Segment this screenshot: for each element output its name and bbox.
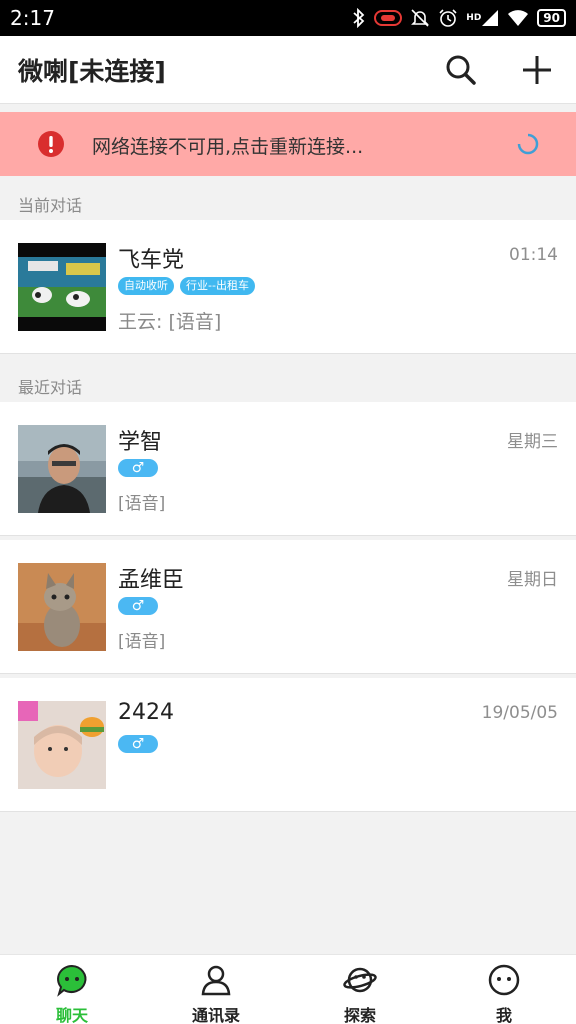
face-icon <box>488 964 520 996</box>
chat-icon <box>57 964 87 997</box>
chat-tags: 自动收听 行业--出租车 <box>118 277 255 295</box>
tab-label: 探索 <box>343 1006 376 1024</box>
chat-item-3[interactable]: 2424 19/05/05 ♂ <box>0 678 576 812</box>
search-button[interactable] <box>444 53 478 87</box>
gender-male-badge: ♂ <box>118 735 158 753</box>
tag-industry: 行业--出租车 <box>180 277 255 295</box>
tab-label: 聊天 <box>55 1006 88 1024</box>
status-time: 2:17 <box>10 6 55 30</box>
chat-last-message: [语音] <box>118 632 166 652</box>
gender-male-badge: ♂ <box>118 597 158 615</box>
user-avatar <box>18 701 106 789</box>
chat-time: 01:14 <box>509 245 558 265</box>
chat-last-message: 王云: [语音] <box>118 311 222 333</box>
chat-time: 19/05/05 <box>481 703 558 723</box>
alarm-icon <box>438 8 458 28</box>
tab-explore[interactable]: 探索 <box>288 955 432 1024</box>
chat-tags: ♂ <box>118 735 158 753</box>
bottom-tab-bar: 聊天 通讯录 探索 我 <box>0 954 576 1024</box>
banner-text: 网络连接不可用,点击重新连接... <box>92 136 364 158</box>
chat-name: 2424 <box>118 700 174 725</box>
chat-item-1[interactable]: 学智 星期三 ♂ [语音] <box>0 402 576 536</box>
chat-time: 星期日 <box>507 570 558 590</box>
tag-auto-listen: 自动收听 <box>118 277 174 295</box>
chat-name: 飞车党 <box>118 248 185 273</box>
chat-tags: ♂ <box>118 459 158 477</box>
hd-label: HD <box>466 12 482 23</box>
notifications-off-icon <box>410 8 430 28</box>
status-icons: HD 90 <box>352 7 566 29</box>
gender-male-badge: ♂ <box>118 459 158 477</box>
user-avatar <box>18 425 106 513</box>
page-title: 微喇[未连接] <box>18 57 166 86</box>
chat-last-message: [语音] <box>118 494 166 514</box>
tab-label: 通讯录 <box>191 1006 240 1024</box>
chat-time: 星期三 <box>507 432 558 452</box>
planet-icon <box>343 967 377 993</box>
status-bar: 2:17 HD 90 <box>0 0 576 36</box>
warning-icon <box>38 131 64 157</box>
signal-icon: HD <box>466 9 499 27</box>
tab-chat[interactable]: 聊天 <box>0 955 144 1024</box>
add-icon <box>523 56 551 84</box>
battery-indicator: 90 <box>537 9 566 27</box>
bluetooth-icon <box>352 8 366 28</box>
chat-item-2[interactable]: 孟维臣 星期日 ♂ [语音] <box>0 540 576 674</box>
network-error-banner[interactable]: 网络连接不可用,点击重新连接... <box>0 112 576 176</box>
loading-spinner-icon <box>517 133 539 155</box>
app-bar: 微喇[未连接] <box>0 36 576 104</box>
tab-label: 我 <box>495 1006 512 1024</box>
section-label-recent: 最近对话 <box>18 378 83 397</box>
contacts-icon <box>201 965 231 996</box>
tab-contacts[interactable]: 通讯录 <box>144 955 288 1024</box>
section-label-current: 当前对话 <box>18 196 83 215</box>
chat-tags: ♂ <box>118 597 158 615</box>
search-icon <box>446 55 476 85</box>
user-avatar <box>18 563 106 651</box>
wifi-icon <box>507 9 529 27</box>
add-button[interactable] <box>520 53 554 87</box>
chat-name: 学智 <box>118 430 163 455</box>
tab-me[interactable]: 我 <box>432 955 576 1024</box>
chat-item-current[interactable]: 飞车党 01:14 自动收听 行业--出租车 王云: [语音] <box>0 220 576 354</box>
chat-name: 孟维臣 <box>118 568 185 593</box>
recording-icon <box>374 10 403 26</box>
group-avatar <box>18 243 106 331</box>
